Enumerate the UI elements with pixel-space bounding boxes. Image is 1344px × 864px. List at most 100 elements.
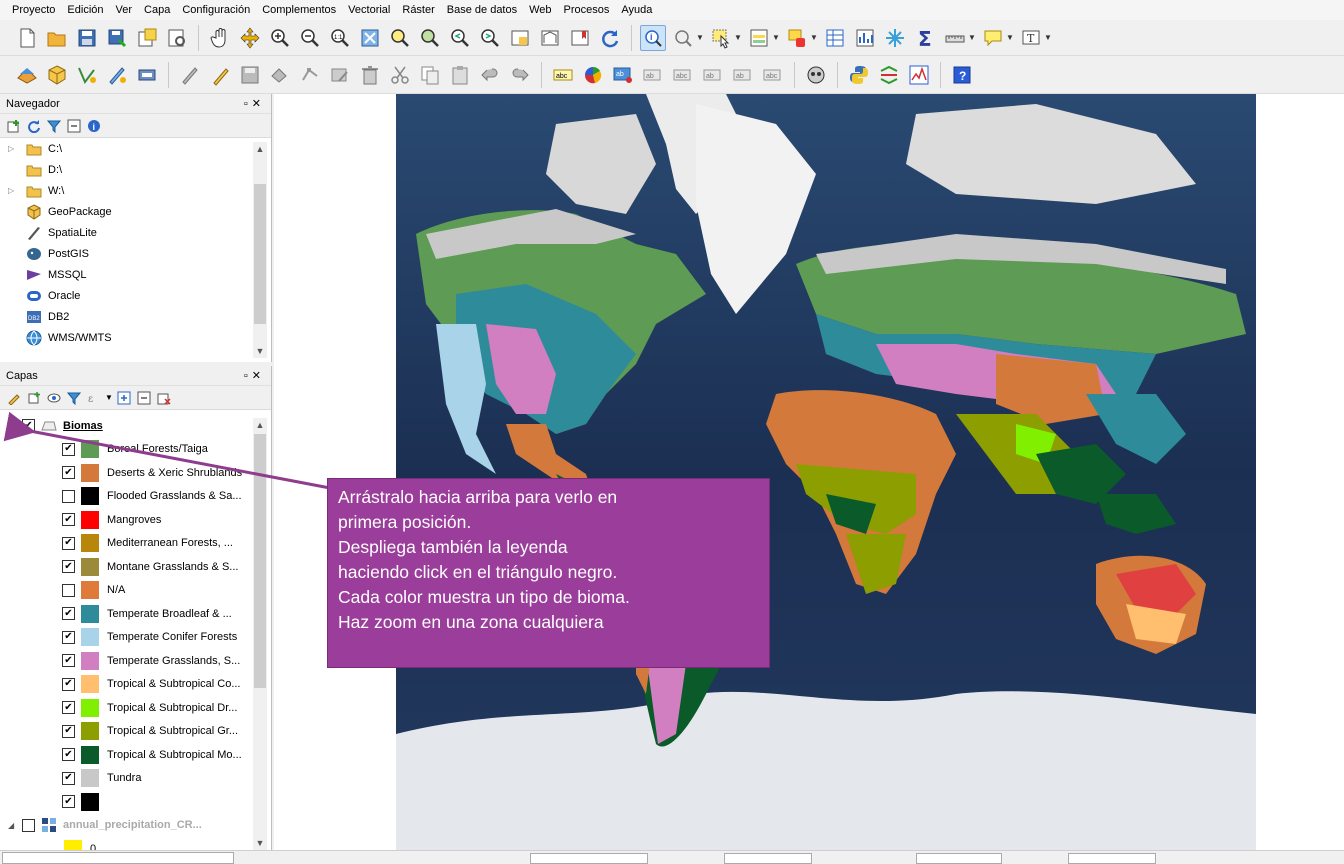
expand-arrow-icon[interactable]: ▷ (8, 186, 26, 195)
python-console-icon[interactable] (846, 62, 872, 88)
legend-item[interactable]: Deserts & Xeric Shrublands (0, 461, 254, 485)
select-by-value-icon[interactable] (746, 25, 772, 51)
legend-item[interactable]: Tropical & Subtropical Dr... (0, 696, 254, 720)
legend-item-checkbox[interactable] (62, 724, 75, 738)
legend-item-checkbox[interactable] (62, 795, 75, 809)
data-source-manager-icon[interactable] (14, 62, 40, 88)
field-calculator-icon[interactable] (882, 25, 908, 51)
vertex-tool-icon[interactable] (297, 62, 323, 88)
chevron-down-icon[interactable]: ▼ (772, 25, 780, 51)
layer-annual-precipitation[interactable]: ◢ annual_precipitation_CR... (0, 814, 254, 838)
browser-item-d-drive[interactable]: D:\ (0, 159, 254, 180)
new-spatialite-icon[interactable] (104, 62, 130, 88)
legend-item[interactable]: Temperate Broadleaf & ... (0, 602, 254, 626)
legend-item-checkbox[interactable] (62, 654, 75, 668)
browser-item-wms[interactable]: WMS/WMTS (0, 327, 254, 348)
biomes-world-map[interactable] (396, 94, 1256, 850)
menu-ayuda[interactable]: Ayuda (615, 0, 658, 20)
save-as-icon[interactable] (104, 25, 130, 51)
delete-selected-icon[interactable] (357, 62, 383, 88)
legend-item-checkbox[interactable] (62, 583, 75, 597)
info-icon[interactable]: i (84, 116, 104, 136)
modify-attributes-icon[interactable] (327, 62, 353, 88)
scroll-up-icon[interactable]: ▲ (253, 418, 267, 432)
scroll-up-icon[interactable]: ▲ (253, 142, 267, 156)
browser-item-c-drive[interactable]: ▷ C:\ (0, 138, 254, 159)
undo-icon[interactable] (477, 62, 503, 88)
new-print-layout-icon[interactable] (134, 25, 160, 51)
collapse-all-icon[interactable] (64, 116, 84, 136)
chevron-down-icon[interactable]: ▼ (696, 25, 704, 51)
run-action-icon[interactable] (670, 25, 696, 51)
toggle-editing-icon[interactable] (207, 62, 233, 88)
copy-features-icon[interactable] (417, 62, 443, 88)
chevron-down-icon[interactable]: ▼ (734, 25, 742, 51)
layers-scrollbar[interactable]: ▲ ▼ (253, 418, 267, 850)
expand-arrow-icon[interactable]: ▷ (8, 144, 26, 153)
rotate-label-icon[interactable]: ab (730, 62, 756, 88)
zoom-out-icon[interactable] (297, 25, 323, 51)
current-edits-icon[interactable] (177, 62, 203, 88)
help-icon[interactable]: ? (949, 62, 975, 88)
cut-features-icon[interactable] (387, 62, 413, 88)
browser-item-spatialite[interactable]: SpatiaLite (0, 222, 254, 243)
menu-base-de-datos[interactable]: Base de datos (441, 0, 523, 20)
menu-procesos[interactable]: Procesos (558, 0, 616, 20)
remove-layer-icon[interactable] (154, 388, 174, 408)
zoom-next-icon[interactable] (477, 25, 503, 51)
legend-item[interactable]: Tropical & Subtropical Gr... (0, 720, 254, 744)
scroll-down-icon[interactable]: ▼ (253, 836, 267, 850)
panel-float-close-icon[interactable]: ▫✕ (244, 366, 265, 386)
statistical-summary-icon[interactable] (852, 25, 878, 51)
open-project-icon[interactable] (44, 25, 70, 51)
show-hide-labels-icon[interactable]: abc (670, 62, 696, 88)
layer-group-biomas[interactable]: Biomas (0, 414, 254, 438)
legend-item-checkbox[interactable] (62, 607, 75, 621)
scroll-thumb[interactable] (254, 434, 266, 688)
browser-item-db2[interactable]: DB2 DB2 (0, 306, 254, 327)
zoom-in-icon[interactable] (267, 25, 293, 51)
layer-diagram-icon[interactable] (580, 62, 606, 88)
chevron-down-icon[interactable]: ▼ (104, 388, 114, 408)
legend-item[interactable]: Tundra (0, 767, 254, 791)
zoom-native-icon[interactable]: 1:1 (327, 25, 353, 51)
bookmarks-icon[interactable] (567, 25, 593, 51)
save-project-icon[interactable] (74, 25, 100, 51)
legend-item[interactable] (0, 790, 254, 814)
layout-manager-icon[interactable] (164, 25, 190, 51)
new-map-view-icon[interactable] (507, 25, 533, 51)
browser-item-postgis[interactable]: PostGIS (0, 243, 254, 264)
collapse-arrow-icon[interactable]: ◢ (8, 821, 22, 830)
measure-icon[interactable] (942, 25, 968, 51)
browser-item-mssql[interactable]: MSSQL (0, 264, 254, 285)
layer-visibility-checkbox[interactable] (22, 818, 35, 832)
open-layer-styling-icon[interactable] (4, 388, 24, 408)
map-canvas[interactable] (274, 94, 1344, 850)
menu-vectorial[interactable]: Vectorial (342, 0, 396, 20)
legend-item-checkbox[interactable] (62, 513, 75, 527)
coordinate-field[interactable] (530, 853, 648, 864)
refresh-icon[interactable] (24, 116, 44, 136)
map-tips-icon[interactable] (980, 25, 1006, 51)
new-temporary-layer-icon[interactable] (134, 62, 160, 88)
locator-search-input[interactable] (2, 851, 234, 864)
new-3d-view-icon[interactable] (537, 25, 563, 51)
paste-features-icon[interactable] (447, 62, 473, 88)
zoom-to-layer-icon[interactable] (417, 25, 443, 51)
highlight-pinned-labels-icon[interactable]: ab (610, 62, 636, 88)
rotation-field[interactable] (1068, 853, 1156, 864)
zoom-last-icon[interactable] (447, 25, 473, 51)
legend-item-checkbox[interactable] (62, 489, 75, 503)
legend-item-checkbox[interactable] (62, 536, 75, 550)
expand-all-icon[interactable] (114, 388, 134, 408)
legend-item[interactable]: Flooded Grasslands & Sa... (0, 485, 254, 509)
zoom-full-icon[interactable] (357, 25, 383, 51)
new-shapefile-icon[interactable] (74, 62, 100, 88)
legend-item[interactable]: Tropical & Subtropical Co... (0, 673, 254, 697)
new-project-icon[interactable] (14, 25, 40, 51)
filter-icon[interactable] (44, 116, 64, 136)
menu-configuracion[interactable]: Configuración (176, 0, 256, 20)
profile-tool-icon[interactable] (906, 62, 932, 88)
chevron-down-icon[interactable]: ▼ (810, 25, 818, 51)
menu-raster[interactable]: Ráster (396, 0, 440, 20)
